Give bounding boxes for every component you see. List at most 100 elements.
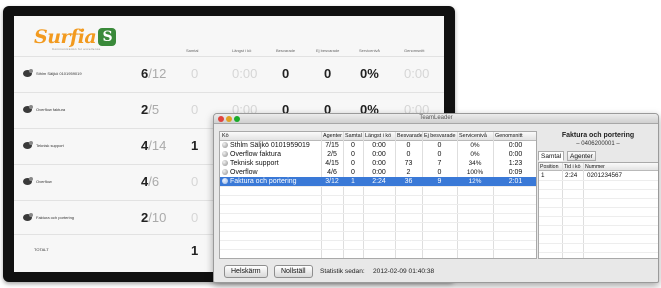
queue-table[interactable]: Kö Agenter Samtal Längst i kö Besvarade …	[219, 131, 537, 259]
reset-button[interactable]: Nollställ	[274, 265, 313, 278]
dash-calls: 0	[191, 102, 199, 117]
fullscreen-button[interactable]: Helskärm	[224, 265, 268, 278]
dash-header-answered: Besvarade	[276, 48, 296, 53]
avg-cell: 2:01	[508, 178, 523, 185]
table-row[interactable]: Sthlm Säljkö 0101959019 7/15 0 0:00 0 0 …	[220, 141, 536, 150]
dash-calls: 0	[191, 210, 199, 225]
agents-cell: 3/12	[325, 178, 339, 185]
calls-cell: 0	[351, 142, 355, 149]
service-cell: 100%	[466, 169, 484, 176]
calls-cell: 0	[351, 169, 355, 176]
dash-agents-total: /10	[148, 210, 167, 225]
unanswered-cell: 0	[437, 142, 442, 149]
queue-icon	[23, 69, 33, 77]
calls-table-header: Position Tid i kö Nummer	[539, 163, 658, 171]
dash-header-service: Servicenivå	[359, 48, 380, 53]
col-header-number[interactable]: Nummer	[585, 164, 605, 170]
col-header-unanswered[interactable]: Ej besvarade	[424, 133, 455, 139]
dash-answered: 0	[282, 66, 290, 81]
calls-table[interactable]: Position Tid i kö Nummer 1 2:24 02012345…	[538, 162, 658, 259]
queue-name-cell: Sthlm Säljkö 0101959019	[222, 141, 310, 150]
detail-number: – 0406200001 –	[576, 141, 620, 147]
globe-icon	[222, 168, 228, 175]
col-header-answered[interactable]: Besvarade	[397, 133, 423, 139]
number-cell: 0201234567	[587, 172, 623, 179]
dash-queue-name: Sthlm Säljkö 0101959019	[36, 71, 82, 76]
longest-cell: 0:00	[372, 160, 386, 167]
agents-cell: 7/15	[325, 142, 339, 149]
dash-total-calls: 1	[191, 243, 199, 258]
position-cell: 1	[541, 172, 545, 179]
dash-agents-total: /6	[148, 174, 160, 189]
dash-header-calls: Samtal	[186, 48, 199, 53]
calls-cell: 0	[351, 151, 355, 158]
queue-name-cell: Overflow faktura	[222, 150, 281, 159]
longest-cell: 0:00	[372, 142, 386, 149]
longest-cell: 0:00	[372, 151, 386, 158]
queue-icon	[23, 105, 33, 113]
queue-name: Overflow	[230, 169, 258, 176]
surfia-logo: Surfia S	[34, 26, 117, 48]
stage: Surfia S Communication for excellence Sam…	[0, 0, 661, 288]
dash-agents-total: /12	[148, 66, 167, 81]
avg-cell: 0:09	[508, 169, 523, 176]
agents-cell: 4/6	[327, 169, 337, 176]
avg-cell: 0:00	[508, 151, 523, 158]
answered-cell: 2	[406, 169, 411, 176]
calls-cell: 0	[351, 160, 355, 167]
dash-calls: 1	[191, 138, 199, 153]
col-header-position[interactable]: Position	[540, 164, 558, 170]
table-row[interactable]: Teknisk support 4/15 0 0:00 73 7 34% 1:2…	[220, 159, 536, 168]
dash-agents: 4/6	[141, 174, 159, 189]
dash-agents: 4/14	[141, 138, 166, 153]
queue-name-cell: Faktura och portering	[222, 177, 297, 186]
table-row-selected[interactable]: Faktura och portering 3/12 1 2:24 36 9 1…	[220, 177, 536, 186]
queue-name: Teknisk support	[230, 160, 279, 167]
teamleader-window: TeamLeader Kö Agenter Samtal Längst i kö…	[213, 113, 659, 283]
longest-cell: 0:00	[372, 169, 386, 176]
stats-label: Statistik sedan:	[320, 268, 365, 275]
table-row[interactable]: Overflow 4/6 0 0:00 2 0 100% 0:09	[220, 168, 536, 177]
queue-detail-panel: Faktura och portering – 0406200001 – Sam…	[538, 125, 658, 281]
table-row[interactable]: Overflow faktura 2/5 0 0:00 0 0 0% 0:00	[220, 150, 536, 159]
col-header-time[interactable]: Tid i kö	[564, 164, 581, 170]
service-cell: 34%	[468, 160, 482, 167]
dash-queue-name: Teknisk support	[36, 143, 64, 148]
queue-name: Overflow faktura	[230, 151, 281, 158]
detail-title: Faktura och portering	[561, 132, 635, 139]
dash-longest: 0:00	[232, 66, 258, 81]
col-header-queue[interactable]: Kö	[222, 133, 229, 139]
dash-total-label: TOTALT	[34, 247, 49, 252]
dash-queue-name: Overflow	[36, 179, 52, 184]
globe-icon	[222, 141, 228, 148]
service-cell: 12%	[468, 178, 482, 185]
queue-name-cell: Teknisk support	[222, 159, 279, 168]
tab-samtal[interactable]: Samtal	[538, 151, 565, 161]
col-header-longest[interactable]: Längst i kö	[365, 133, 391, 139]
dash-header-unanswered: Ej besvarade	[316, 48, 340, 53]
globe-icon	[222, 159, 228, 166]
unanswered-cell: 0	[437, 151, 442, 158]
col-header-service[interactable]: Servicenivå	[459, 133, 487, 139]
dash-avg: 0:00	[404, 66, 430, 81]
col-header-agents[interactable]: Agenter	[323, 133, 342, 139]
logo-badge: S	[98, 28, 117, 46]
tab-agenter[interactable]: Agenter	[567, 151, 596, 161]
unanswered-cell: 0	[437, 169, 442, 176]
dash-agents-total: /14	[148, 138, 167, 153]
dash-agents: 2/5	[141, 102, 159, 117]
stats-since: 2012-02-09 01:40:38	[373, 268, 435, 275]
queue-icon	[23, 177, 33, 185]
queue-name-cell: Overflow	[222, 168, 258, 177]
queue-icon	[23, 213, 33, 221]
answered-cell: 36	[404, 178, 413, 185]
dash-calls: 0	[191, 174, 199, 189]
answered-cell: 73	[404, 160, 413, 167]
col-header-calls[interactable]: Samtal	[345, 133, 362, 139]
dash-agents: 2/10	[141, 210, 166, 225]
bottom-toolbar: Helskärm Nollställ Statistik sedan: 2012…	[214, 260, 658, 282]
dash-row: Sthlm Säljkö 0101959019 6/12 0 0:00 0 0 …	[14, 56, 444, 92]
agents-cell: 2/5	[327, 151, 337, 158]
col-header-avg[interactable]: Genomsnitt	[495, 133, 523, 139]
dash-calls: 0	[191, 66, 199, 81]
